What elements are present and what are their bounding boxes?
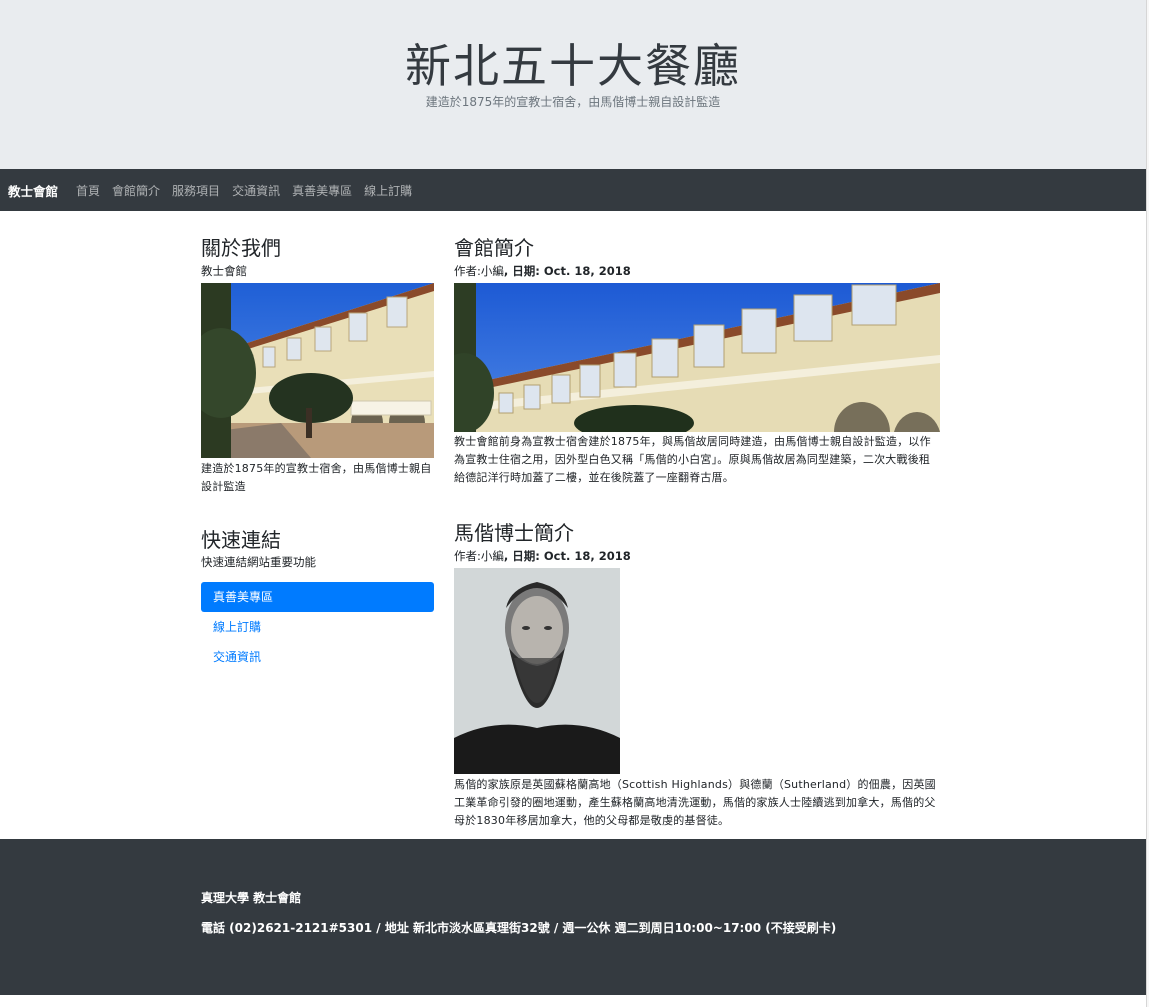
portrait-photo	[454, 568, 620, 774]
nav-link-truth-zone[interactable]: 真善美專區	[292, 182, 352, 199]
article1-date: Oct. 18, 2018	[543, 264, 631, 278]
about-caption: 建造於1875年的宣教士宿舍，由馬偕博士親自設計監造	[201, 462, 432, 493]
article2-date-prefix: , 日期:	[503, 549, 544, 563]
navbar: 教士會館 首頁 會館簡介 服務項目 交通資訊 真善美專區 線上訂購	[0, 169, 1146, 211]
about-heading: 關於我們	[201, 236, 281, 260]
article2-author-prefix: 作者:	[454, 549, 481, 563]
nav-link-transport[interactable]: 交通資訊	[232, 182, 280, 199]
article2-date: Oct. 18, 2018	[543, 549, 631, 563]
article1-author: 小編	[480, 264, 504, 278]
article2-body: 馬偕的家族原是英國蘇格蘭高地（Scottish Highlands）與德蘭（Su…	[454, 778, 936, 827]
article1-body: 教士會館前身為宣教士宿舍建於1875年，與馬偕故居同時建造，由馬偕博士親自設計監…	[454, 435, 931, 484]
nav-link-order[interactable]: 線上訂購	[364, 182, 412, 199]
quick-links-subheading: 快速連結網站重要功能	[201, 555, 316, 569]
footer: 真理大學 教士會館 電話 (02)2621-2121#5301 / 地址 新北市…	[0, 839, 1146, 995]
footer-org: 真理大學 教士會館	[201, 891, 302, 905]
quick-link-order[interactable]: 線上訂購	[201, 612, 434, 642]
building-photo-small	[201, 283, 434, 458]
about-subheading: 教士會館	[201, 264, 247, 278]
nav-link-services[interactable]: 服務項目	[172, 182, 220, 199]
site-subtitle: 建造於1875年的宣教士宿舍，由馬偕博士親自設計監造	[425, 95, 721, 109]
article1-author-prefix: 作者:	[454, 264, 481, 278]
article1-meta: 作者:小編, 日期: Oct. 18, 2018	[454, 263, 631, 279]
navbar-brand[interactable]: 教士會館	[8, 181, 58, 200]
building-photo-large	[454, 283, 940, 432]
jumbotron: 新北五十大餐廳 建造於1875年的宣教士宿舍，由馬偕博士親自設計監造	[0, 0, 1146, 169]
footer-contact: 電話 (02)2621-2121#5301 / 地址 新北市淡水區真理街32號 …	[201, 921, 837, 935]
quick-links-list: 真善美專區 線上訂購 交通資訊	[201, 582, 434, 672]
page: 新北五十大餐廳 建造於1875年的宣教士宿舍，由馬偕博士親自設計監造 教士會館 …	[0, 0, 1146, 995]
article2-meta: 作者:小編, 日期: Oct. 18, 2018	[454, 548, 631, 564]
article1-title: 會館簡介	[454, 236, 534, 260]
quick-link-transport[interactable]: 交通資訊	[201, 642, 434, 672]
quick-link-truth-zone[interactable]: 真善美專區	[201, 582, 434, 612]
article2-title: 馬偕博士簡介	[454, 521, 574, 545]
site-title: 新北五十大餐廳	[405, 39, 741, 93]
main-content: 關於我們 教士會館 建造於1875年的宣教士宿舍，由馬偕博士親自設計監造 快速連…	[0, 211, 1146, 839]
article1-date-prefix: , 日期:	[503, 264, 544, 278]
article2-author: 小編	[480, 549, 504, 563]
nav-link-home[interactable]: 首頁	[76, 182, 100, 199]
nav-link-about[interactable]: 會館簡介	[112, 182, 160, 199]
quick-links-heading: 快速連結	[201, 528, 281, 552]
